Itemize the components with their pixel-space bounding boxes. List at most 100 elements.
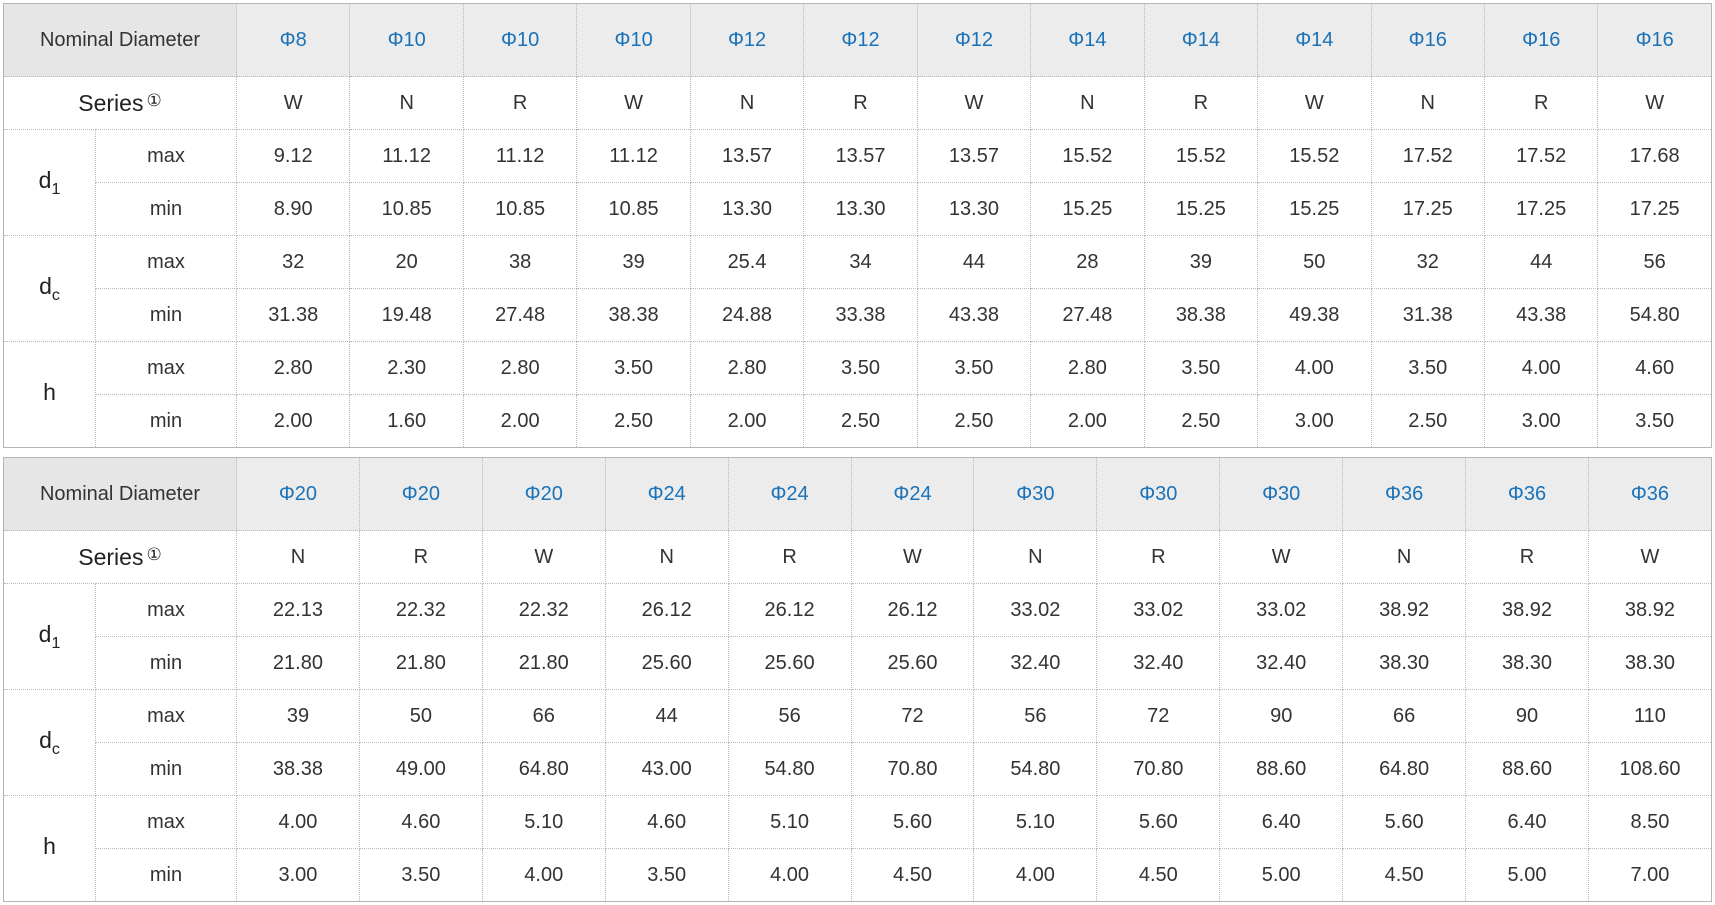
value-cell: 4.50 [850, 848, 975, 902]
param-symbol-cell: h [3, 795, 96, 902]
value-cell: 5.00 [1465, 848, 1589, 902]
diameter-header: Φ24 [850, 457, 975, 531]
value-cell: 2.50 [576, 394, 691, 448]
limit-label: min [95, 288, 237, 342]
param-symbol: d [39, 272, 52, 299]
value-cell: 2.80 [462, 341, 578, 395]
value-cell: 3.50 [604, 848, 729, 902]
value-cell: 5.10 [973, 795, 1098, 849]
value-cell: 2.50 [1370, 394, 1485, 448]
diameter-header: Φ10 [349, 3, 464, 77]
value-cell: 17.25 [1370, 182, 1485, 236]
series-cell: R [462, 76, 578, 130]
series-cell: R [1096, 530, 1221, 584]
value-cell: 33.02 [1219, 583, 1344, 637]
diameter-header: Φ30 [1219, 457, 1344, 531]
value-cell: 2.00 [462, 394, 578, 448]
value-cell: 3.00 [236, 848, 360, 902]
value-cell: 3.50 [358, 848, 483, 902]
data-row: d1 max 9.12 11.12 11.12 11.12 13.57 13.57 13.57 1… [3, 129, 1712, 236]
series-cell: W [1257, 76, 1372, 130]
value-cell: 54.80 [727, 742, 852, 796]
data-row: h max 4.00 4.60 5.10 4.60 5.10 5.60 5.10 5.60 6.40… [3, 795, 1712, 902]
value-cell: 5.10 [727, 795, 852, 849]
value-cell: 13.57 [689, 129, 805, 183]
series-cell: N [1030, 76, 1145, 130]
series-cell: N [1342, 530, 1467, 584]
value-cell: 3.00 [1483, 394, 1599, 448]
value-cell: 39 [1143, 235, 1259, 289]
param-symbol-cell: dc [3, 235, 96, 342]
value-cell: 2.50 [803, 394, 918, 448]
value-cell: 38.30 [1587, 636, 1712, 690]
value-cell: 25.4 [689, 235, 805, 289]
value-cell: 25.60 [850, 636, 975, 690]
diameter-header: Φ36 [1587, 457, 1712, 531]
value-cell: 38 [462, 235, 578, 289]
value-cell: 2.00 [235, 394, 351, 448]
value-cell: 32.40 [1096, 636, 1221, 690]
diameter-header: Φ10 [462, 3, 578, 77]
limit-label: max [95, 795, 237, 849]
series-cell: R [1483, 76, 1599, 130]
header-row: Nominal Diameter Φ20 Φ20 Φ20 Φ24 Φ24 Φ24 Φ30 Φ30… [3, 457, 1712, 531]
value-cell: 38.38 [1143, 288, 1259, 342]
param-symbol-cell: d1 [3, 129, 96, 236]
diameter-header: Φ24 [604, 457, 729, 531]
value-cell: 43.38 [1483, 288, 1599, 342]
series-cell: R [1465, 530, 1589, 584]
value-cell: 3.50 [1597, 394, 1712, 448]
series-cell: N [1370, 76, 1485, 130]
diameter-header: Φ8 [235, 3, 351, 77]
diameter-header: Φ12 [803, 3, 918, 77]
series-cell: R [1143, 76, 1259, 130]
value-cell: 13.57 [803, 129, 918, 183]
value-cell: 22.32 [481, 583, 606, 637]
value-cell: 44 [604, 689, 729, 743]
value-cell: 13.30 [916, 182, 1032, 236]
limit-label: max [95, 235, 237, 289]
value-cell: 11.12 [576, 129, 691, 183]
series-label-cell: Series ① [3, 530, 237, 584]
value-cell: 27.48 [1030, 288, 1145, 342]
param-symbol: h [43, 378, 56, 405]
data-row: h max 2.80 2.30 2.80 3.50 2.80 3.50 3.50 2.80 3.50… [3, 341, 1712, 448]
value-cell: 64.80 [1342, 742, 1467, 796]
series-cell: N [349, 76, 464, 130]
value-cell: 22.32 [358, 583, 483, 637]
value-cell: 10.85 [462, 182, 578, 236]
limit-label: max [95, 689, 237, 743]
value-cell: 49.00 [358, 742, 483, 796]
value-cell: 6.40 [1465, 795, 1589, 849]
series-label: Series [78, 89, 144, 116]
series-label: Series [78, 543, 144, 570]
diameter-header: Φ16 [1483, 3, 1599, 77]
value-cell: 88.60 [1219, 742, 1344, 796]
value-cell: 8.50 [1587, 795, 1712, 849]
value-cell: 21.80 [358, 636, 483, 690]
value-cell: 6.40 [1219, 795, 1344, 849]
diameter-header: Φ20 [481, 457, 606, 531]
series-row: Series ① N R W N R W N R W N R W [3, 530, 1712, 584]
value-cell: 15.52 [1257, 129, 1372, 183]
value-cell: 44 [916, 235, 1032, 289]
value-cell: 66 [1342, 689, 1467, 743]
value-cell: 17.25 [1597, 182, 1712, 236]
value-cell: 3.50 [576, 341, 691, 395]
diameter-header: Φ20 [358, 457, 483, 531]
value-cell: 54.80 [1597, 288, 1712, 342]
value-cell: 110 [1587, 689, 1712, 743]
limit-label: min [95, 182, 237, 236]
value-cell: 2.80 [1030, 341, 1145, 395]
diameter-header: Φ12 [916, 3, 1032, 77]
value-cell: 4.00 [727, 848, 852, 902]
data-row: min 38.38 49.00 64.80 43.00 54.80 70.80 54.80 70… [4, 742, 1712, 796]
value-cell: 5.10 [481, 795, 606, 849]
diameter-header: Φ30 [973, 457, 1098, 531]
value-cell: 21.80 [481, 636, 606, 690]
limit-label: min [95, 636, 237, 690]
value-cell: 38.92 [1465, 583, 1589, 637]
diameter-header: Φ14 [1143, 3, 1259, 77]
data-row: dc max 39 50 66 44 56 72 56 72 90 66 90 110 [3, 689, 1712, 796]
series-cell: W [481, 530, 606, 584]
